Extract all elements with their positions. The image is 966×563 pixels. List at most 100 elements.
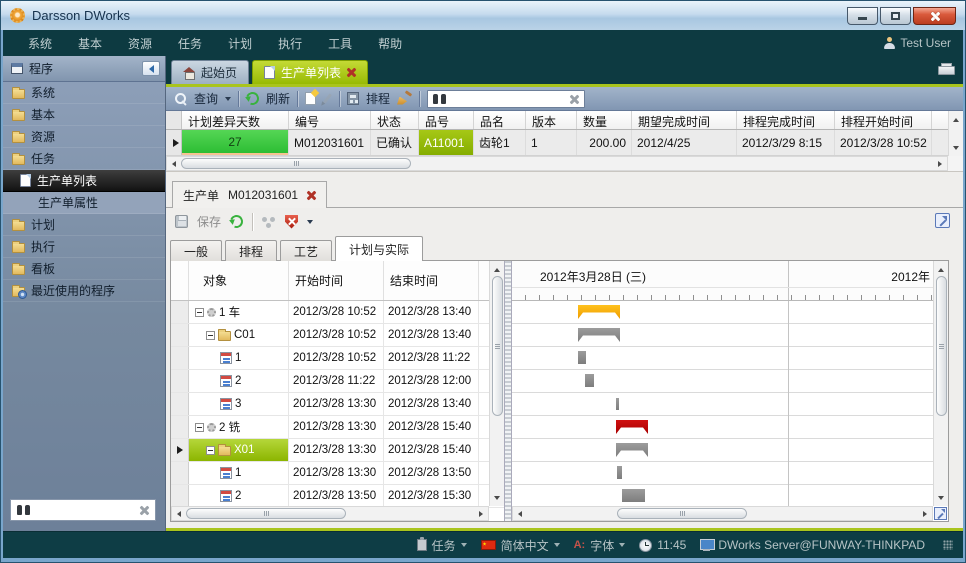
status-task-menu[interactable]: 任务 bbox=[413, 537, 471, 554]
grid-horizontal-scrollbar[interactable] bbox=[166, 156, 948, 171]
refresh-icon[interactable] bbox=[228, 213, 245, 230]
sidebar-item-kanban[interactable]: 看板 bbox=[3, 258, 165, 280]
scroll-thumb[interactable] bbox=[936, 276, 947, 416]
shield-cancel-icon[interactable] bbox=[285, 215, 298, 229]
scroll-thumb[interactable] bbox=[181, 158, 411, 169]
sidebar-item-production-order-props[interactable]: 生产单属性 bbox=[3, 192, 165, 214]
scroll-up-icon[interactable] bbox=[949, 113, 963, 126]
tree-row-group-2[interactable]: 2 铣 2012/3/28 13:30 2012/3/28 15:40 bbox=[171, 416, 504, 439]
scroll-thumb[interactable] bbox=[617, 508, 747, 519]
scroll-left-icon[interactable] bbox=[172, 507, 186, 520]
query-button[interactable]: 查询 bbox=[194, 90, 218, 107]
collapse-expander-icon[interactable] bbox=[195, 423, 204, 432]
grid-header[interactable]: 版本 bbox=[526, 111, 577, 129]
scroll-left-icon[interactable] bbox=[167, 157, 181, 170]
tree-row-task[interactable]: 2 2012/3/28 13:50 2012/3/28 15:30 bbox=[171, 485, 504, 508]
refresh-button[interactable]: 刷新 bbox=[266, 90, 290, 107]
sidebar-search-input[interactable] bbox=[36, 503, 133, 517]
gantt-bar-task[interactable] bbox=[617, 466, 622, 479]
tree-row-task[interactable]: 1 2012/3/28 10:52 2012/3/28 11:22 bbox=[171, 347, 504, 370]
gantt-bar-task[interactable] bbox=[622, 489, 645, 502]
gantt-popout-icon[interactable] bbox=[934, 507, 947, 520]
close-button[interactable] bbox=[913, 7, 956, 25]
tree-row-task[interactable]: 1 2012/3/28 13:30 2012/3/28 13:50 bbox=[171, 462, 504, 485]
grid-header[interactable]: 排程完成时间 bbox=[737, 111, 835, 129]
tree-vertical-scrollbar[interactable] bbox=[489, 261, 504, 506]
tree-row-task[interactable]: 3 2012/3/28 13:30 2012/3/28 13:40 bbox=[171, 393, 504, 416]
tree-row-task[interactable]: 2 2012/3/28 11:22 2012/3/28 12:00 bbox=[171, 370, 504, 393]
gantt-bar-task[interactable] bbox=[585, 374, 594, 387]
detail-doc-tab[interactable]: 生产单 M012031601 bbox=[172, 181, 327, 208]
scroll-left-icon[interactable] bbox=[513, 507, 527, 520]
scroll-right-icon[interactable] bbox=[933, 157, 947, 170]
grid-vertical-scrollbar[interactable] bbox=[948, 111, 963, 156]
tab-process[interactable]: 工艺 bbox=[280, 240, 332, 261]
chevron-down-icon[interactable] bbox=[225, 97, 231, 101]
gantt-horizontal-scrollbar[interactable] bbox=[512, 506, 933, 521]
grid-header[interactable]: 排程开始时间 bbox=[835, 111, 932, 129]
sidebar-collapse-button[interactable] bbox=[142, 61, 160, 76]
schedule-button[interactable]: 排程 bbox=[366, 90, 390, 107]
resize-grip[interactable] bbox=[943, 540, 953, 550]
collapse-expander-icon[interactable] bbox=[206, 446, 215, 455]
scroll-right-icon[interactable] bbox=[918, 507, 932, 520]
scroll-down-icon[interactable] bbox=[949, 141, 963, 154]
gantt-vertical-scrollbar[interactable] bbox=[933, 261, 948, 506]
scroll-right-icon[interactable] bbox=[474, 507, 488, 520]
scroll-thumb[interactable] bbox=[186, 508, 346, 519]
scroll-up-icon[interactable] bbox=[490, 263, 504, 276]
tree-header[interactable]: 开始时间 bbox=[289, 261, 384, 300]
sidebar-item-resource[interactable]: 资源 bbox=[3, 126, 165, 148]
grid-header[interactable]: 状态 bbox=[371, 111, 419, 129]
close-tab-icon[interactable] bbox=[347, 68, 356, 77]
grid-header[interactable]: 品名 bbox=[474, 111, 526, 129]
grid-header[interactable]: 期望完成时间 bbox=[632, 111, 737, 129]
status-font-menu[interactable]: 字体 bbox=[570, 537, 630, 554]
collapse-expander-icon[interactable] bbox=[206, 331, 215, 340]
status-language-menu[interactable]: 简体中文 bbox=[477, 537, 564, 554]
toolbar-search-input[interactable] bbox=[451, 92, 564, 106]
tree-gantt-splitter[interactable] bbox=[504, 261, 512, 521]
gantt-bar-task[interactable] bbox=[578, 351, 586, 364]
gantt-bar-task[interactable] bbox=[616, 398, 619, 410]
clear-search-icon[interactable] bbox=[139, 505, 149, 515]
tree-row-resource-c01[interactable]: C01 2012/3/28 10:52 2012/3/28 13:40 bbox=[171, 324, 504, 347]
minimize-button[interactable] bbox=[847, 7, 878, 25]
edit-pencil-icon[interactable] bbox=[323, 93, 332, 104]
scroll-up-icon[interactable] bbox=[934, 263, 948, 276]
close-detail-icon[interactable] bbox=[307, 191, 316, 200]
sidebar-item-execute[interactable]: 执行 bbox=[3, 236, 165, 258]
clear-search-icon[interactable] bbox=[569, 94, 579, 104]
scroll-down-icon[interactable] bbox=[490, 491, 504, 504]
sidebar-item-basic[interactable]: 基本 bbox=[3, 104, 165, 126]
tree-row-resource-x01-selected[interactable]: X01 2012/3/28 13:30 2012/3/28 15:40 bbox=[171, 439, 504, 462]
sidebar-item-production-order-list[interactable]: 生产单列表 bbox=[3, 170, 165, 192]
tab-plan-vs-actual[interactable]: 计划与实际 bbox=[335, 236, 423, 261]
grid-header[interactable]: 计划差异天数 bbox=[182, 111, 289, 129]
broom-clear-icon[interactable] bbox=[397, 92, 412, 106]
sidebar-item-recent-programs[interactable]: 最近使用的程序 bbox=[3, 280, 165, 302]
maximize-button[interactable] bbox=[880, 7, 911, 25]
grid-header[interactable]: 品号 bbox=[419, 111, 474, 129]
menu-resource[interactable]: 资源 bbox=[115, 31, 165, 56]
collapse-expander-icon[interactable] bbox=[195, 308, 204, 317]
menu-help[interactable]: 帮助 bbox=[365, 31, 415, 56]
tab-schedule[interactable]: 排程 bbox=[225, 240, 277, 261]
sidebar-item-task[interactable]: 任务 bbox=[3, 148, 165, 170]
tab-production-order-list[interactable]: 生产单列表 bbox=[252, 60, 368, 84]
tab-start-page[interactable]: 起始页 bbox=[171, 60, 249, 84]
sidebar-item-plan[interactable]: 计划 bbox=[3, 214, 165, 236]
new-document-icon[interactable] bbox=[305, 92, 316, 105]
tree-row-group-1[interactable]: 1 车 2012/3/28 10:52 2012/3/28 13:40 bbox=[171, 301, 504, 324]
grid-row[interactable]: 27 M012031601 已确认 A11001 齿轮1 1 200.00 20… bbox=[166, 130, 963, 156]
sidebar-item-system[interactable]: 系统 bbox=[3, 82, 165, 104]
menu-task[interactable]: 任务 bbox=[165, 31, 215, 56]
scroll-thumb[interactable] bbox=[492, 276, 503, 416]
flow-chart-icon[interactable] bbox=[262, 216, 276, 228]
menu-system[interactable]: 系统 bbox=[15, 31, 65, 56]
tab-general[interactable]: 一般 bbox=[170, 240, 222, 261]
printer-icon[interactable] bbox=[938, 63, 953, 75]
menu-execute[interactable]: 执行 bbox=[265, 31, 315, 56]
menu-tools[interactable]: 工具 bbox=[315, 31, 365, 56]
tree-header[interactable]: 对象 bbox=[189, 261, 289, 300]
